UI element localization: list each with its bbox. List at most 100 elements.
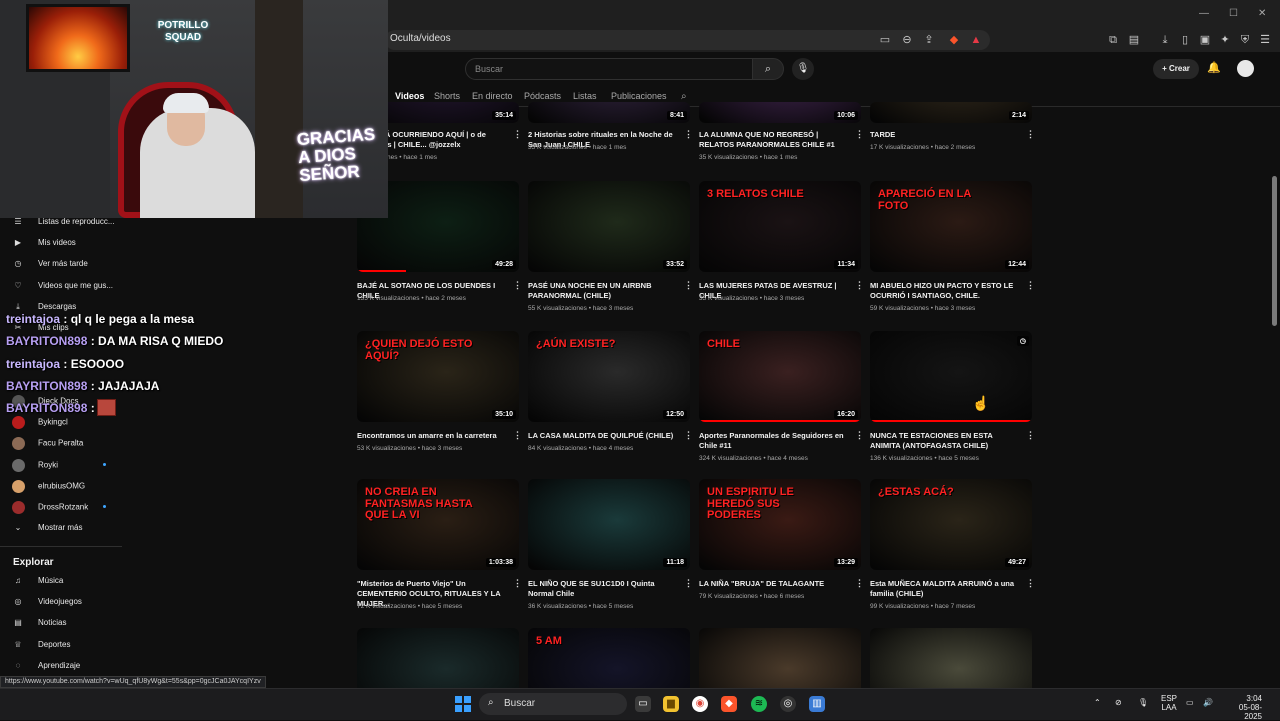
tab-live[interactable]: En directo [472,91,513,101]
more-options-icon[interactable]: ⋮ [684,578,693,589]
tab-podcasts[interactable]: Pódcasts [524,91,561,101]
network-off-icon[interactable]: ⊘ [1115,698,1122,707]
minimize-icon[interactable]: — [1199,8,1209,19]
extensions-icon[interactable]: ⧉ [1106,33,1120,47]
sidebar-sub-elrubiusomg[interactable]: elrubiusOMG [12,480,122,493]
more-options-icon[interactable]: ⋮ [855,280,864,291]
more-options-icon[interactable]: ⋮ [1026,129,1035,140]
maximize-icon[interactable]: ☐ [1229,8,1238,19]
menu-icon[interactable]: ☰ [1258,33,1272,47]
more-options-icon[interactable]: ⋮ [855,578,864,589]
sidebar-item-playlists[interactable]: ☰ Listas de reproducc... [12,217,122,226]
sidebar-item-learning[interactable]: ◌ Aprendizaje [12,661,122,670]
tab-videos[interactable]: Videos [395,91,424,101]
scrollbar[interactable] [1272,176,1277,326]
app-icon[interactable]: ▥ [809,696,825,712]
video-title[interactable]: LA ALUMNA QUE NO REGRESÓ | RELATOS PARAN… [699,130,849,150]
cast-icon[interactable]: ▭ [878,33,892,47]
channel-search-icon[interactable]: ⌕ [681,91,687,102]
more-options-icon[interactable]: ⋮ [684,430,693,441]
video-title[interactable]: LA CASA MALDITA DE QUILPUÉ (CHILE) [528,431,678,441]
video-thumbnail[interactable]: NO CREIA EN FANTASMAS HASTA QUE LA VI 1:0… [357,479,519,570]
more-options-icon[interactable]: ⋮ [513,578,522,589]
more-options-icon[interactable]: ⋮ [1026,430,1035,441]
avatar[interactable] [1237,60,1254,77]
video-thumbnail[interactable]: ¿AÚN EXISTE? 12:50 [528,331,690,422]
video-title[interactable]: MI ABUELO HIZO UN PACTO Y ESTO LE OCURRI… [870,281,1020,301]
sidebar-item-gaming[interactable]: ◎ Videojuegos [12,597,122,606]
leo-ai-icon[interactable]: ✦ [1218,33,1232,47]
video-thumbnail[interactable]: APARECIÓ EN LA FOTO 12:44 [870,181,1032,272]
video-title[interactable]: EL NIÑO QUE SE SU1C1D0 I Quinta Normal C… [528,579,678,599]
brave-rewards-icon[interactable]: ▲ [969,33,983,47]
sidebar-item-news[interactable]: ▤ Noticias [12,618,122,627]
sidebar-item-watch-later[interactable]: ◷ Ver más tarde [12,259,122,268]
sidebar-item-my-videos[interactable]: ▶ Mis videos [12,238,122,247]
task-view-icon[interactable]: ▭ [635,696,651,712]
search-icon[interactable]: ⌕ [752,58,784,80]
zoom-icon[interactable]: ⊖ [900,33,914,47]
brave-icon[interactable]: ◆ [721,696,737,712]
vpn-icon[interactable]: ⛨ [1238,33,1252,47]
video-thumbnail[interactable]: 33:52 [528,181,690,272]
video-thumbnail[interactable]: ¿QUIEN DEJÓ ESTO AQUÍ? 35:10 [357,331,519,422]
chrome-icon[interactable]: ◉ [692,696,708,712]
sidebar-item-liked[interactable]: ♡ Videos que me gus... [12,281,122,290]
video-title[interactable]: NUNCA TE ESTACIONES EN ESTA ANIMITA (ANT… [870,431,1020,451]
video-thumbnail[interactable]: CHILE 16:20 [699,331,861,422]
notifications-bell-icon[interactable]: 🔔 [1207,61,1221,74]
video-thumbnail[interactable]: 11:18 [528,479,690,570]
volume-icon[interactable]: 🔊 [1203,698,1213,707]
display-icon[interactable]: ▭ [1186,698,1194,707]
video-thumbnail[interactable]: UN ESPIRITU LE HEREDÓ SUS PODERES 13:29 [699,479,861,570]
video-title[interactable]: Esta MUÑECA MALDITA ARRUINÓ a una famili… [870,579,1020,599]
reader-icon[interactable]: ▤ [1127,33,1141,47]
more-options-icon[interactable]: ⋮ [855,129,864,140]
video-title[interactable]: PASÉ UNA NOCHE EN UN AIRBNB PARANORMAL (… [528,281,678,301]
wallet-icon[interactable]: ▣ [1198,33,1212,47]
video-thumbnail[interactable]: 3 RELATOS CHILE 11:34 [699,181,861,272]
more-options-icon[interactable]: ⋮ [855,430,864,441]
sidebar-item-music[interactable]: ♫ Música [12,576,122,585]
file-explorer-icon[interactable]: ▆ [663,696,679,712]
microphone-icon[interactable]: 🎙 [1138,698,1148,707]
sidebar-item-sports[interactable]: ♕ Deportes [12,640,122,649]
more-options-icon[interactable]: ⋮ [1026,280,1035,291]
url-text[interactable]: Oculta/videos [390,33,451,44]
video-thumbnail[interactable]: ¿ESTAS ACÁ? 49:27 [870,479,1032,570]
video-thumbnail[interactable]: ◷ [870,331,1032,422]
tab-shorts[interactable]: Shorts [434,91,460,101]
video-title[interactable]: LA NIÑA "BRUJA" DE TALAGANTE [699,579,849,589]
video-title[interactable]: Aportes Paranormales de Seguidores en Ch… [699,431,849,451]
taskbar-search[interactable]: Buscar [479,693,627,715]
tab-playlists[interactable]: Listas [573,91,597,101]
obs-icon[interactable]: ◎ [780,696,796,712]
tab-posts[interactable]: Publicaciones [611,91,667,101]
sidebar-item-downloads[interactable]: ⤓ Descargas [12,302,122,312]
create-button[interactable]: + Crear [1153,59,1199,79]
sidebar-sub-facu-peralta[interactable]: Facu Peralta [12,437,122,450]
more-options-icon[interactable]: ⋮ [1026,578,1035,589]
more-options-icon[interactable]: ⋮ [513,129,522,140]
watch-later-icon[interactable]: ◷ [1016,336,1029,346]
sidebar-show-more[interactable]: ⌄ Mostrar más [12,523,122,532]
sidebar-toggle-icon[interactable]: ▯ [1178,33,1192,47]
video-title[interactable]: Encontramos un amarre en la carretera [357,431,507,441]
spotify-icon[interactable]: ≋ [751,696,767,712]
tray-chevron-icon[interactable]: ⌃ [1094,698,1101,707]
share-icon[interactable]: ⇪ [922,33,936,47]
language-indicator[interactable]: ESP LAA [1159,694,1179,712]
sidebar-sub-bykingcl[interactable]: Bykingcl [12,416,122,429]
more-options-icon[interactable]: ⋮ [513,280,522,291]
search-input[interactable]: Buscar [465,58,753,80]
microphone-icon[interactable]: 🎙 [792,58,814,80]
downloads-icon[interactable]: ⤓ [1158,33,1172,47]
brave-shield-icon[interactable]: ◆ [947,33,961,47]
sidebar-sub-drossrotzank[interactable]: DrossRotzank [12,501,122,514]
video-title[interactable]: TARDE [870,130,1020,140]
clock[interactable]: 3:04 05-08-2025 [1222,694,1262,721]
more-options-icon[interactable]: ⋮ [684,129,693,140]
close-icon[interactable]: ✕ [1258,8,1266,19]
more-options-icon[interactable]: ⋮ [684,280,693,291]
sidebar-sub-royki[interactable]: Royki [12,459,122,472]
